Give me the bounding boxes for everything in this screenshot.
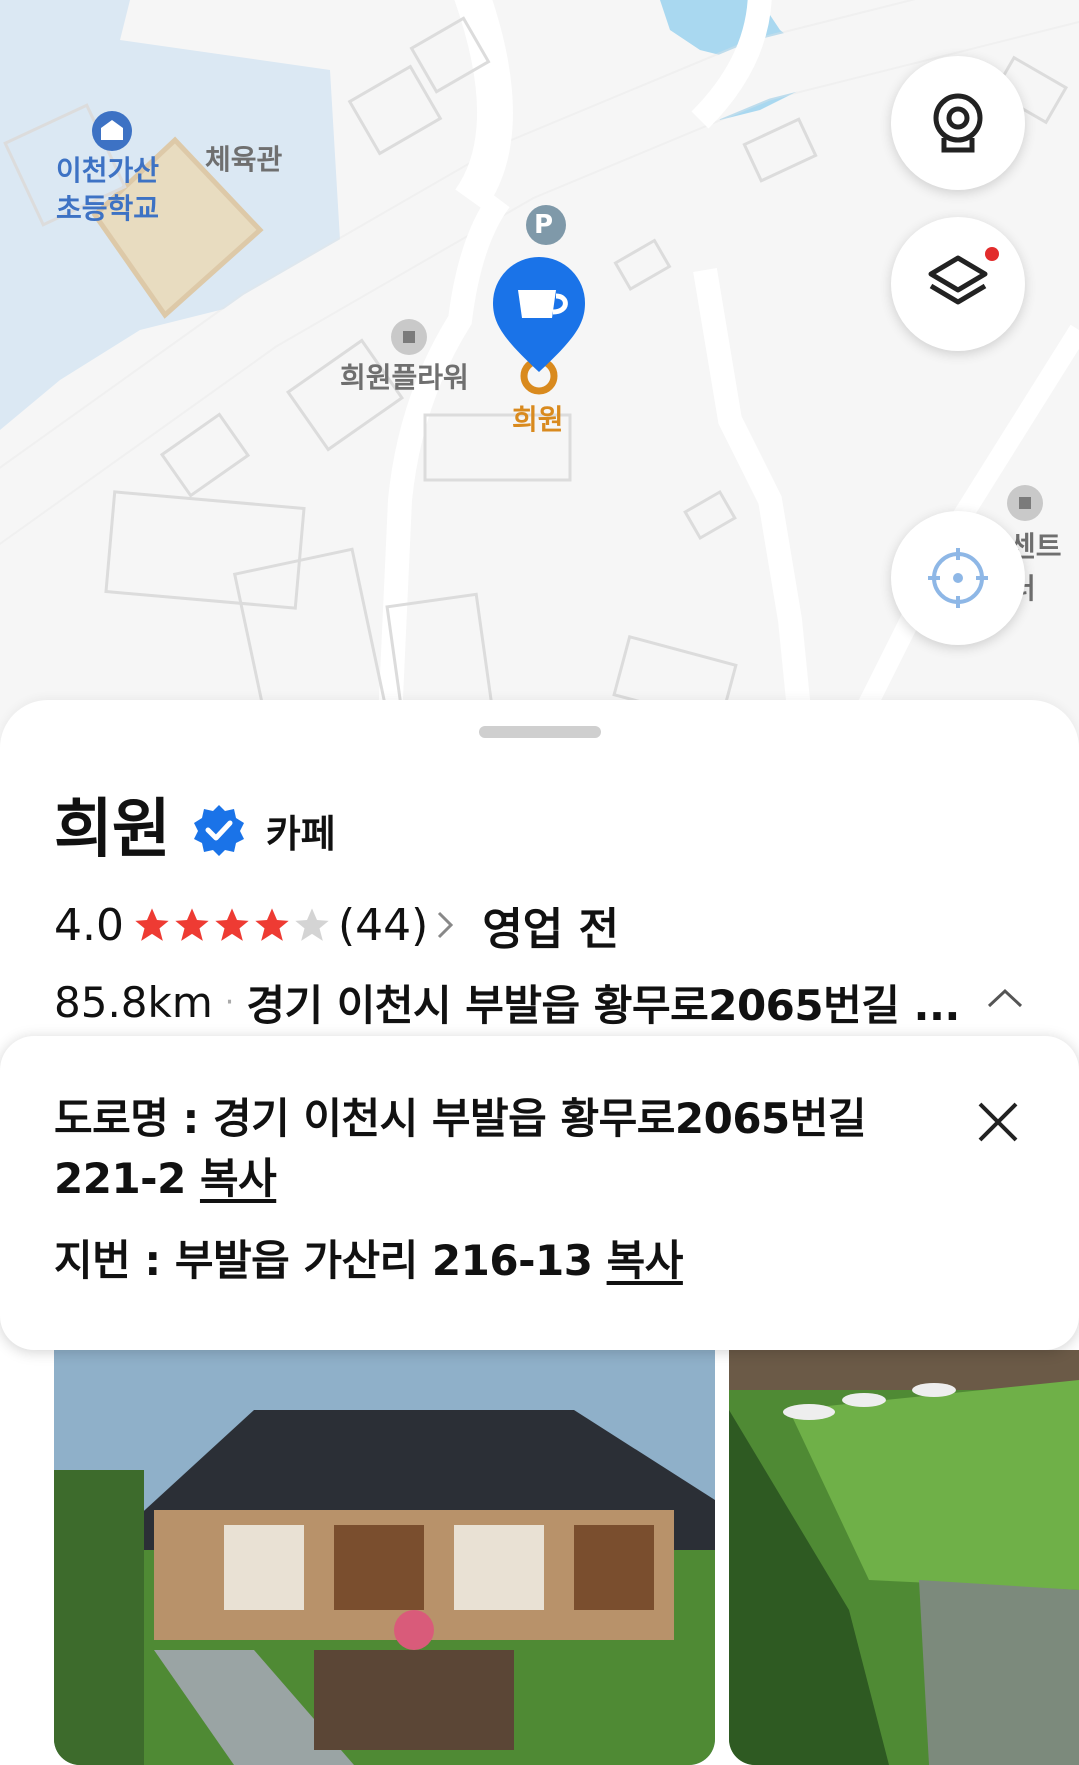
road-address-line1: 도로명 : 경기 이천시 부발읍 황무로2065번길	[54, 1094, 867, 1143]
place-name: 희원	[54, 793, 171, 867]
place-title-row: 희원 카페	[54, 792, 336, 868]
layers-icon	[928, 255, 988, 305]
star-icon	[175, 908, 209, 941]
locate-icon	[928, 548, 988, 608]
review-count[interactable]: (44)	[338, 900, 428, 951]
separator-dot: ·	[224, 984, 235, 1020]
map-view[interactable]: 이천가산 초등학교 체육관 P 희원플라워 희원 센트 터	[0, 0, 1079, 733]
copy-jibun-address-button[interactable]: 복사	[607, 1236, 684, 1285]
address-short[interactable]: 경기 이천시 부발읍 황무로2065번길 ...	[246, 972, 960, 1033]
jibun-address: 지번 : 부발읍 가산리 216-13	[54, 1236, 593, 1285]
notification-dot	[985, 247, 999, 261]
place-category: 카페	[265, 811, 336, 856]
street-view-button[interactable]	[891, 56, 1025, 190]
parking-icon[interactable]: P	[534, 207, 553, 243]
map-label-cafe[interactable]: 희원	[512, 402, 564, 438]
street-view-icon	[933, 93, 983, 153]
sheet-drag-handle[interactable]	[479, 726, 601, 738]
star-rating	[132, 905, 332, 945]
address-row[interactable]: 85.8km · 경기 이천시 부발읍 황무로2065번길 ...	[54, 972, 960, 1032]
my-location-button[interactable]	[891, 511, 1025, 645]
rating-value: 4.0	[54, 899, 124, 951]
place-photo[interactable]	[54, 1350, 715, 1765]
map-label-school[interactable]: 이천가산 초등학교	[56, 152, 159, 228]
chevron-up-icon[interactable]	[985, 986, 1025, 1010]
jibun-address-line: 지번 : 부발읍 가산리 216-13 복사	[54, 1232, 683, 1290]
rating-row[interactable]: 4.0 (44) 영업 전	[54, 895, 620, 956]
verified-badge-icon	[193, 805, 244, 856]
address-detail-popup[interactable]: 도로명 : 경기 이천시 부발읍 황무로2065번길 221-2 복사 지번 :…	[0, 1036, 1079, 1350]
road-address-line2: 221-2 복사	[54, 1150, 277, 1208]
star-icon	[135, 908, 169, 941]
layers-button[interactable]	[891, 217, 1025, 351]
copy-road-address-button[interactable]: 복사	[200, 1154, 277, 1203]
star-icon	[255, 908, 289, 941]
map-label-flower[interactable]: 희원플라워	[340, 360, 469, 396]
place-photo[interactable]	[729, 1350, 1079, 1765]
garden-photo-image	[729, 1350, 1079, 1765]
hours-status: 영업 전	[482, 904, 620, 955]
star-icon	[215, 908, 249, 941]
close-icon[interactable]	[976, 1100, 1020, 1144]
distance: 85.8km	[54, 977, 213, 1027]
hanok-photo-image	[54, 1350, 715, 1765]
chevron-right-icon[interactable]	[434, 908, 456, 942]
map-label-gym[interactable]: 체육관	[205, 142, 282, 178]
road-address-number: 221-2	[54, 1154, 186, 1203]
star-empty-icon	[295, 908, 329, 941]
